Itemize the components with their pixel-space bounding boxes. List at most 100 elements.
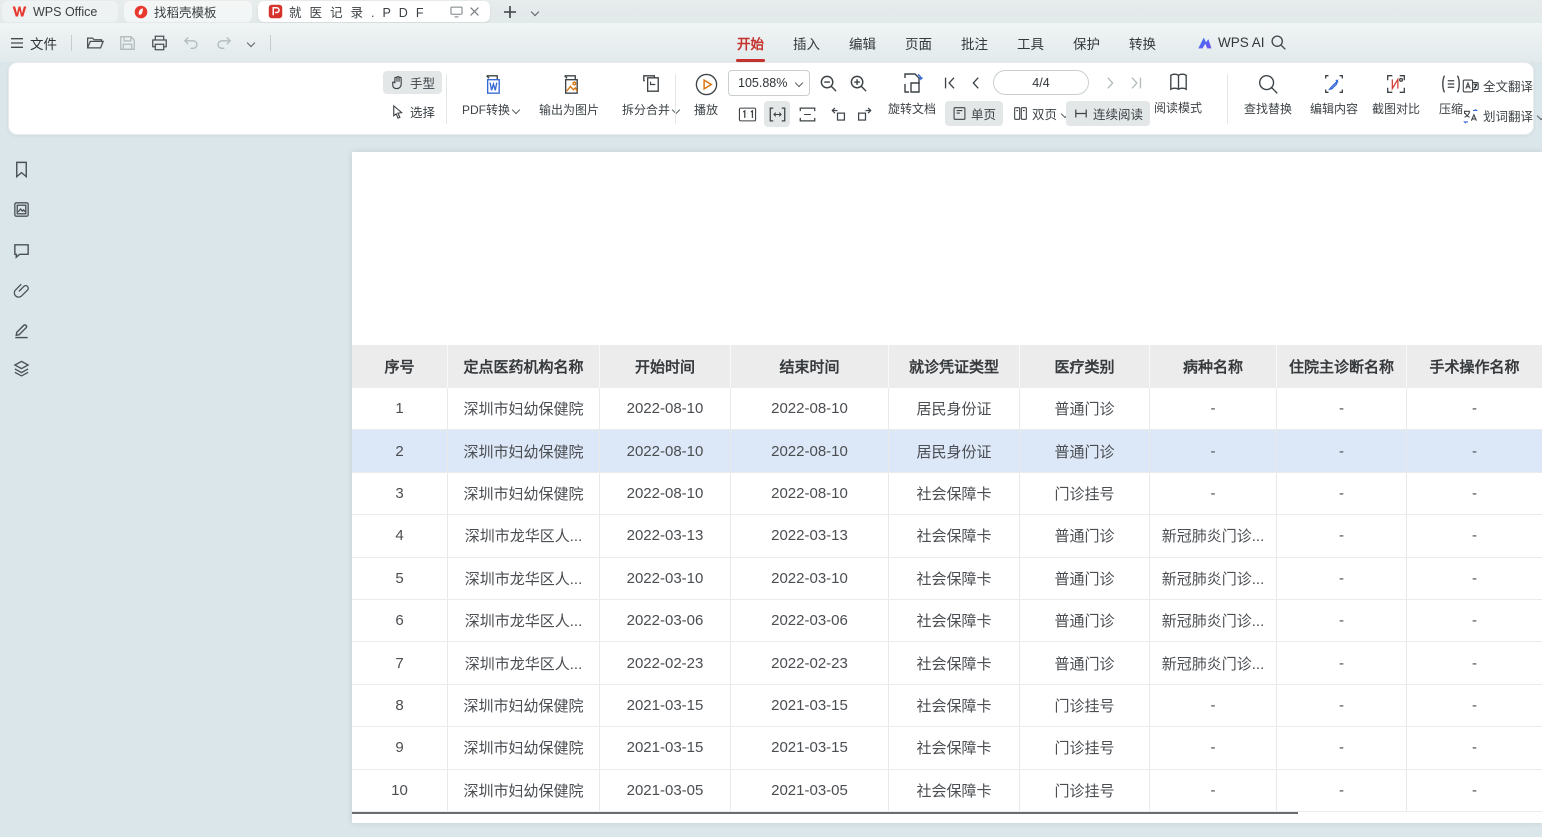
monitor-icon[interactable] [450,6,463,18]
rotate-right-icon [856,105,875,123]
table-header-cell: 序号 [352,345,448,388]
attachment-panel-icon[interactable] [12,281,32,301]
tab-wps-office[interactable]: WPS Office [2,1,118,22]
table-cell: - [1407,685,1542,726]
close-tab-icon[interactable] [469,6,480,17]
undo-icon[interactable] [183,35,200,50]
bookmark-panel-icon[interactable] [12,160,32,180]
zoom-out-button[interactable] [815,70,841,96]
single-page-button[interactable]: 单页 [945,101,1003,126]
table-cell: 门诊挂号 [1020,727,1150,768]
pdf-convert-label: PDF转换 [462,101,510,118]
search-icon [1270,34,1287,51]
tab-docer-templates[interactable]: 找稻壳模板 [124,1,252,22]
zoom-in-button[interactable] [845,70,871,96]
medical-records-table: 序号定点医药机构名称开始时间结束时间就诊凭证类型医疗类别病种名称住院主诊断名称手… [352,345,1542,812]
rotate-right-button[interactable] [852,101,878,127]
global-search-button[interactable] [1270,34,1287,51]
table-cell: 新冠肺炎门诊... [1150,558,1277,599]
new-tab-icon[interactable] [503,5,517,19]
table-cell: 深圳市妇幼保健院 [448,727,600,768]
split-merge-button[interactable]: 拆分合并 [613,72,689,118]
tab-document-active[interactable]: 就医记录.PDF [258,1,490,22]
export-image-button[interactable]: 输出为图片 [529,72,609,118]
print-icon[interactable] [151,35,168,51]
table-cell: - [1150,388,1277,429]
table-cell: 普通门诊 [1020,600,1150,641]
fit-width-button[interactable] [764,101,790,127]
continuous-reading-icon [1073,106,1089,121]
screenshot-compare-icon [1384,72,1408,96]
table-cell: - [1407,600,1542,641]
table-cell: - [1150,770,1277,811]
fit-width-icon [768,106,787,123]
save-icon[interactable] [119,35,136,51]
first-page-button[interactable] [937,70,963,96]
pdf-convert-button[interactable]: PDF转换 [455,72,527,118]
next-page-button[interactable] [1097,70,1123,96]
menu-item[interactable]: 编辑 [849,33,876,53]
annotate-panel-icon[interactable] [12,320,32,340]
table-cell: 普通门诊 [1020,430,1150,471]
play-button[interactable]: 播放 [685,72,727,118]
table-cell: 社会保障卡 [889,685,1020,726]
table-cell: 2021-03-05 [731,770,889,811]
menu-item[interactable]: 保护 [1073,33,1100,53]
word-translate-chevron-icon [1537,112,1542,120]
menu-item[interactable]: 批注 [961,33,988,53]
full-translate-icon [1462,78,1479,94]
layers-panel-icon[interactable] [12,359,32,379]
screenshot-compare-button[interactable]: 截图对比 [1365,72,1427,117]
table-cell: - [1277,600,1407,641]
ribbon-toolbar: 手型 选择 PDF转换 输出为图片 拆分合并 播放 [8,62,1534,135]
rotate-left-button[interactable] [824,101,850,127]
wps-ai-button[interactable]: WPS AI [1196,35,1265,50]
menu-item[interactable]: 转换 [1129,33,1156,53]
find-replace-button[interactable]: 查找替换 [1237,72,1299,117]
previous-page-button[interactable] [963,70,989,96]
full-text-translate-button[interactable]: 全文翻译 [1455,73,1540,98]
zoom-level-select[interactable]: 105.88% [728,70,810,96]
last-page-button[interactable] [1123,70,1149,96]
open-file-icon[interactable] [86,35,104,51]
quickbar-chevron-icon[interactable] [247,39,255,47]
table-cell: 2022-03-06 [600,600,731,641]
file-menu-button[interactable]: 文件 [10,33,57,53]
menu-item[interactable]: 开始 [737,33,764,53]
redo-icon[interactable] [215,35,232,50]
continuous-reading-label: 连续阅读 [1093,104,1143,123]
comment-panel-icon[interactable] [12,241,32,261]
menu-item[interactable]: 工具 [1017,33,1044,53]
menu-item[interactable]: 插入 [793,33,820,53]
find-replace-icon [1256,72,1280,96]
rotate-left-icon [828,105,847,123]
rotate-document-button[interactable]: 旋转文档 [881,70,943,117]
read-mode-label: 阅读模式 [1154,99,1202,116]
cursor-icon [390,104,405,119]
read-mode-button[interactable]: 阅读模式 [1149,70,1207,116]
select-tool-button[interactable]: 选择 [383,100,442,123]
table-row: 8深圳市妇幼保健院2021-03-152021-03-15社会保障卡门诊挂号--… [352,685,1542,727]
page-indicator-input[interactable]: 4/4 [993,70,1089,95]
fit-page-button[interactable] [794,101,820,127]
hand-tool-button[interactable]: 手型 [383,71,442,94]
split-merge-chevron-icon [672,106,680,114]
table-cell: 8 [352,685,448,726]
pdf-page: 序号定点医药机构名称开始时间结束时间就诊凭证类型医疗类别病种名称住院主诊断名称手… [352,152,1542,823]
word-translate-icon [1462,108,1479,124]
divider [270,35,271,51]
thumbnail-panel-icon[interactable] [12,200,32,220]
table-cell: 2022-08-10 [731,473,889,514]
continuous-reading-button[interactable]: 连续阅读 [1066,101,1150,126]
tab-list-chevron-icon[interactable] [531,8,539,16]
table-cell: - [1407,558,1542,599]
edit-content-button[interactable]: 编辑内容 [1303,72,1365,117]
table-header-cell: 就诊凭证类型 [889,345,1020,388]
table-cell: 2022-03-13 [600,515,731,556]
table-cell: - [1277,388,1407,429]
word-translate-button[interactable]: 划词翻译 [1455,103,1542,128]
actual-size-button[interactable] [734,101,760,127]
menu-item[interactable]: 页面 [905,33,932,53]
double-page-label: 双页 [1032,104,1057,123]
table-header-cell: 住院主诊断名称 [1277,345,1407,388]
